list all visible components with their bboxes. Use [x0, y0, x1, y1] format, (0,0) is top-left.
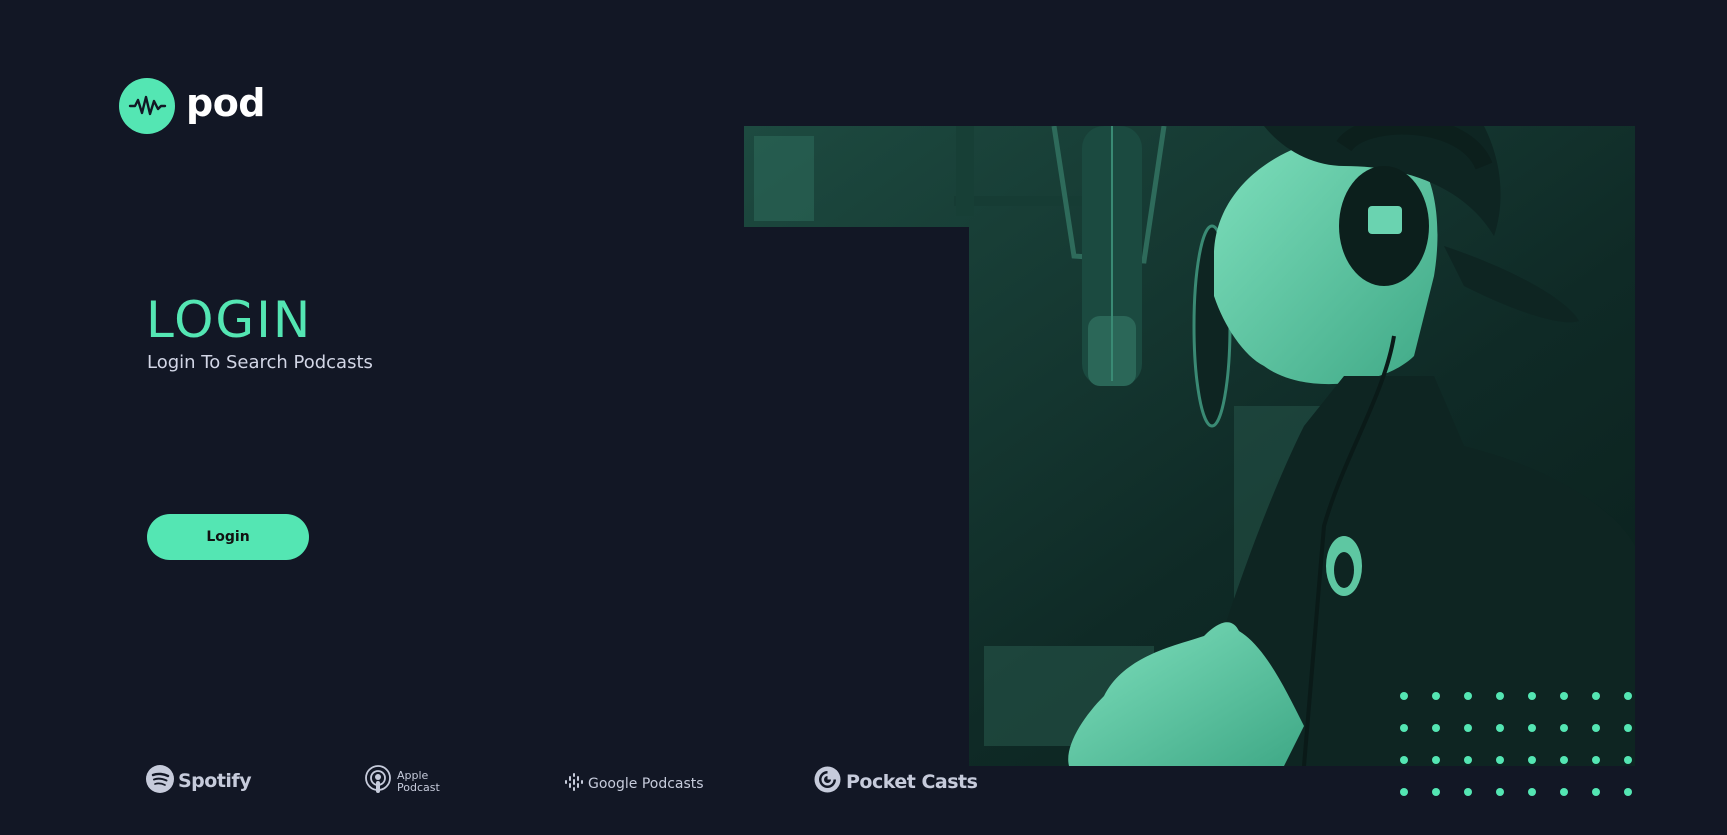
- grid-dot: [1592, 756, 1600, 764]
- grid-dot: [1432, 756, 1440, 764]
- grid-dot: [1528, 692, 1536, 700]
- grid-dot: [1560, 692, 1568, 700]
- decorative-dot-grid: [1400, 692, 1632, 796]
- platform-google-podcasts[interactable]: Google Podcasts: [565, 773, 704, 795]
- grid-dot: [1496, 724, 1504, 732]
- grid-dot: [1592, 692, 1600, 700]
- podcaster-photo: [744, 126, 1635, 766]
- grid-dot: [1560, 756, 1568, 764]
- platform-spotify[interactable]: Spotify: [146, 765, 252, 797]
- spotify-icon: [146, 765, 174, 797]
- grid-dot: [1496, 756, 1504, 764]
- grid-dot: [1400, 692, 1408, 700]
- page-title: LOGIN: [146, 291, 313, 349]
- grid-dot: [1464, 756, 1472, 764]
- grid-dot: [1528, 788, 1536, 796]
- google-podcasts-icon: [565, 773, 583, 795]
- grid-dot: [1528, 724, 1536, 732]
- platform-label-line2: Podcast: [397, 781, 440, 794]
- waveform-icon: [119, 78, 175, 134]
- grid-dot: [1432, 788, 1440, 796]
- grid-dot: [1624, 692, 1632, 700]
- grid-dot: [1592, 788, 1600, 796]
- platform-apple-podcast[interactable]: Apple Podcast: [364, 765, 440, 799]
- grid-dot: [1624, 788, 1632, 796]
- grid-dot: [1592, 724, 1600, 732]
- grid-dot: [1528, 756, 1536, 764]
- brand-name: pod: [186, 81, 266, 125]
- login-button[interactable]: Login: [147, 514, 309, 560]
- grid-dot: [1560, 724, 1568, 732]
- page-subtitle: Login To Search Podcasts: [147, 352, 373, 373]
- platform-label: Spotify: [178, 770, 252, 792]
- grid-dot: [1464, 724, 1472, 732]
- grid-dot: [1400, 724, 1408, 732]
- platform-pocket-casts[interactable]: Pocket Casts: [814, 766, 978, 797]
- grid-dot: [1464, 692, 1472, 700]
- brand-logo[interactable]: pod: [119, 78, 266, 134]
- grid-dot: [1496, 692, 1504, 700]
- grid-dot: [1624, 724, 1632, 732]
- platform-label: Google Podcasts: [588, 776, 704, 792]
- grid-dot: [1400, 788, 1408, 796]
- grid-dot: [1432, 692, 1440, 700]
- grid-dot: [1464, 788, 1472, 796]
- pocket-casts-icon: [814, 766, 841, 797]
- grid-dot: [1432, 724, 1440, 732]
- login-page: pod LOGIN Login To Search Podcasts Login: [0, 0, 1727, 835]
- grid-dot: [1560, 788, 1568, 796]
- grid-dot: [1624, 756, 1632, 764]
- grid-dot: [1400, 756, 1408, 764]
- platform-label: Pocket Casts: [846, 770, 978, 793]
- apple-podcast-icon: [364, 765, 392, 799]
- grid-dot: [1496, 788, 1504, 796]
